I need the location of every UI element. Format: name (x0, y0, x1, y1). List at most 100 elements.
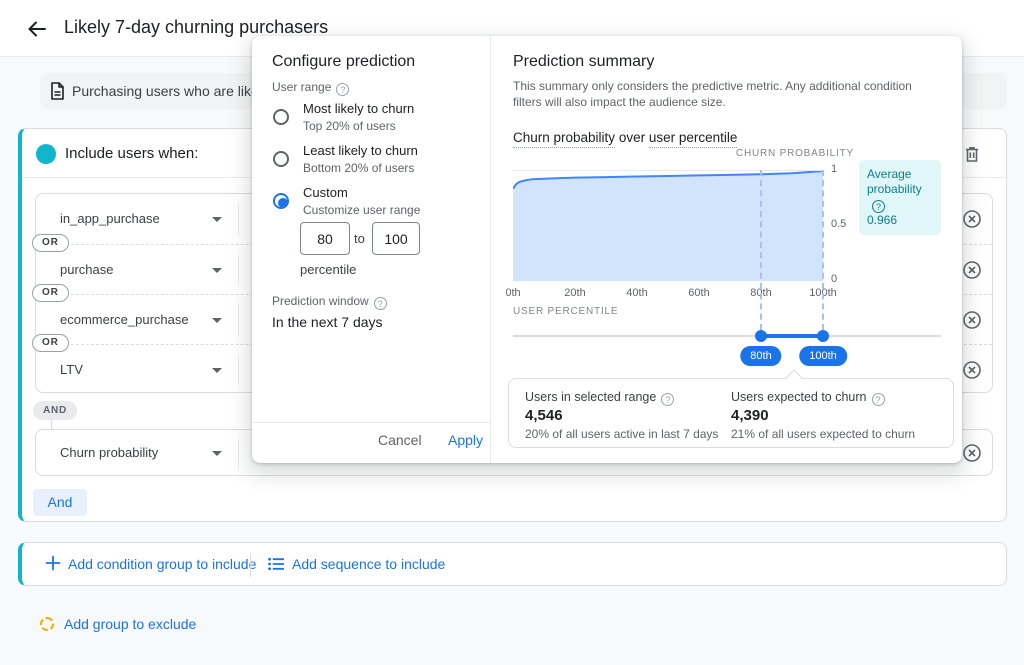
slider-value-pill-end[interactable]: 100th (799, 346, 847, 366)
condition-dropdown[interactable]: LTV (60, 362, 83, 377)
apply-button[interactable]: Apply (448, 432, 483, 448)
or-operator-pill: OR (32, 234, 69, 252)
condition-dropdown[interactable]: Churn probability (60, 445, 158, 460)
add-actions-card: Add condition group to include Add seque… (18, 542, 1007, 586)
stat-label: Users in selected range? (525, 390, 674, 406)
radio-unselected-icon[interactable] (273, 151, 289, 167)
chevron-down-icon[interactable] (212, 217, 222, 222)
x-tick: 60th (677, 287, 721, 299)
include-indicator-dot (36, 144, 56, 164)
option-label: Least likely to churn (303, 143, 418, 158)
radio-unselected-icon[interactable] (273, 109, 289, 125)
user-range-label: User range? (272, 80, 349, 96)
back-arrow-icon[interactable] (24, 16, 50, 42)
and-button[interactable]: And (33, 489, 87, 516)
condition-dropdown[interactable]: purchase (60, 262, 113, 277)
chevron-down-icon[interactable] (212, 451, 222, 456)
option-sublabel: Customize user range (303, 203, 420, 217)
chip-text: probability (867, 182, 922, 196)
or-operator-pill: OR (32, 334, 69, 352)
help-icon[interactable]: ? (661, 393, 674, 406)
range-from-input[interactable] (300, 222, 350, 255)
stat-value: 4,546 (525, 407, 563, 424)
range-to-label: to (354, 231, 365, 246)
trash-icon[interactable] (962, 144, 982, 164)
churn-probability-chart: Churn probability over user percentile C… (491, 130, 963, 370)
row-divider (238, 355, 239, 385)
prediction-window-label-text: Prediction window (272, 294, 369, 308)
chevron-down-icon[interactable] (212, 318, 222, 323)
sequence-list-icon (268, 557, 284, 571)
range-to-input[interactable] (372, 222, 420, 255)
radio-selected-icon[interactable] (273, 193, 289, 209)
selected-range-track[interactable] (761, 334, 823, 338)
dialog-title: Configure prediction (272, 53, 415, 71)
chevron-down-icon[interactable] (212, 268, 222, 273)
x-tick: 20th (553, 287, 597, 299)
include-group-title: Include users when: (65, 145, 198, 162)
prediction-window-value: In the next 7 days (272, 314, 383, 330)
remove-condition-icon[interactable] (962, 310, 982, 330)
stat-label-text: Users expected to churn (731, 390, 867, 404)
prediction-summary-pane: Prediction summary This summary only con… (490, 36, 962, 463)
remove-condition-icon[interactable] (962, 443, 982, 463)
dialog-footer-divider (252, 422, 490, 423)
user-range-label-text: User range (272, 80, 331, 94)
prediction-window-label: Prediction window? (272, 294, 387, 310)
selection-dashed-line (760, 170, 762, 330)
row-divider (238, 439, 239, 469)
cancel-button[interactable]: Cancel (378, 432, 422, 448)
condition-dropdown[interactable]: ecommerce_purchase (60, 312, 189, 327)
exclude-dashed-circle-icon (40, 617, 54, 631)
summary-title: Prediction summary (513, 53, 654, 71)
option-label: Custom (303, 185, 348, 200)
help-icon[interactable]: ? (374, 297, 387, 310)
help-icon[interactable]: ? (872, 200, 885, 213)
remove-condition-icon[interactable] (962, 260, 982, 280)
slider-handle-end[interactable] (817, 330, 829, 342)
chevron-down-icon[interactable] (212, 368, 222, 373)
stats-card-notch (786, 370, 803, 387)
y-tick: 0.5 (831, 218, 861, 230)
average-probability-chip: Average probability? 0.966 (859, 160, 941, 235)
help-icon[interactable]: ? (336, 83, 349, 96)
summary-description: This summary only considers the predicti… (513, 78, 943, 110)
condition-dropdown[interactable]: in_app_purchase (60, 211, 160, 226)
row-divider (238, 305, 239, 335)
remove-condition-icon[interactable] (962, 209, 982, 229)
slider-value-pill-start[interactable]: 80th (740, 346, 781, 366)
row-divider (238, 204, 239, 234)
stat-value: 4,390 (731, 407, 769, 424)
chart-title-dimension[interactable]: user percentile (649, 130, 738, 148)
plus-icon (44, 554, 62, 572)
summary-stats-card: Users in selected range? 4,546 20% of al… (508, 378, 954, 448)
or-operator-pill: OR (32, 284, 69, 302)
add-sequence-button[interactable]: Add sequence to include (292, 556, 445, 572)
page-title: Likely 7-day churning purchasers (64, 17, 328, 38)
chart-title: Churn probability over user percentile (513, 130, 737, 145)
help-icon[interactable]: ? (872, 393, 885, 406)
percentile-slider-track[interactable] (513, 335, 941, 337)
selection-dashed-line (822, 170, 824, 330)
x-tick: 0th (491, 287, 535, 299)
stat-subtext: 21% of all users expected to churn (731, 427, 915, 441)
option-sublabel: Bottom 20% of users (303, 161, 414, 175)
remove-condition-icon[interactable] (962, 360, 982, 380)
stat-label-text: Users in selected range (525, 390, 656, 404)
x-tick: 40th (615, 287, 659, 299)
average-probability-value: 0.966 (867, 213, 897, 227)
add-actions-row: Add condition group to include Add seque… (22, 543, 1006, 585)
add-condition-group-button[interactable]: Add condition group to include (68, 556, 256, 572)
slider-handle-start[interactable] (755, 330, 767, 342)
actions-divider (250, 553, 251, 577)
chart-plot-area (513, 170, 823, 280)
option-label: Most likely to churn (303, 101, 414, 116)
x-axis-title: USER PERCENTILE (513, 306, 618, 317)
add-group-to-exclude-button[interactable]: Add group to exclude (64, 616, 196, 632)
dialog-config-pane: Configure prediction User range? Most li… (252, 36, 490, 463)
configure-prediction-dialog: Configure prediction User range? Most li… (252, 36, 962, 463)
stat-label: Users expected to churn? (731, 390, 885, 406)
chip-text: Average (867, 167, 911, 181)
document-icon (48, 81, 66, 106)
chart-title-metric[interactable]: Churn probability (513, 130, 615, 148)
